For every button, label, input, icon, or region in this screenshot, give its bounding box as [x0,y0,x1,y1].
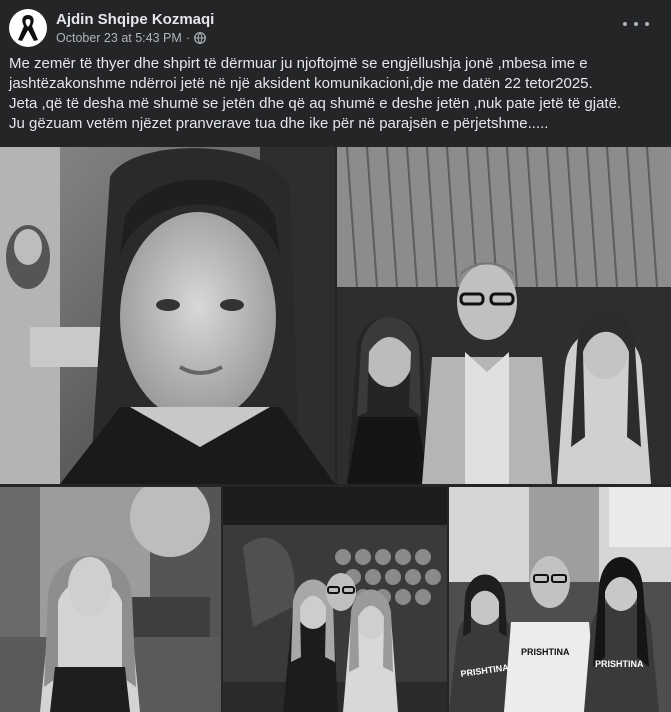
profile-avatar[interactable] [9,9,47,47]
photo-family-prishtina-shirts: PRISHTINA PRISHTINA PRISHTINA [449,487,671,712]
post-photo-4[interactable] [223,487,447,712]
post-text-line: Jeta ,që të desha më shumë se jetën dhe … [9,95,622,112]
meta-separator: · [185,31,190,45]
globe-icon[interactable] [194,32,206,44]
black-ribbon-icon [18,15,38,41]
dot [634,22,638,26]
post-text-line: Me zemër të thyer dhe shpirt të dërmuar … [9,55,588,72]
photo-family-restaurant [223,487,447,712]
dot [623,22,627,26]
post-header: Ajdin Shqipe Kozmaqi October 23 at 5:43 … [0,0,671,50]
photo-family-thatched-roof [337,147,671,484]
post-text-line: jashtëzakonshme ndërroi jetë në një aksi… [9,75,593,92]
post-photo-2[interactable] [337,147,671,484]
photo-portrait [0,147,335,484]
post-author-name[interactable]: Ajdin Shqipe Kozmaqi [56,11,214,28]
more-options-icon[interactable] [623,14,649,34]
post-timestamp[interactable]: October 23 at 5:43 PM [56,31,182,45]
photo-girl-garden [0,487,221,712]
dot [645,22,649,26]
post-text-line: Ju gëzuam vetëm njëzet pranverave tua dh… [9,115,549,132]
shirt-text: PRISHTINA [595,659,644,669]
post-photo-5[interactable]: PRISHTINA PRISHTINA PRISHTINA [449,487,671,712]
shirt-text: PRISHTINA [521,647,570,657]
post-meta: October 23 at 5:43 PM · [56,31,206,45]
post-text: Me zemër të thyer dhe shpirt të dërmuar … [9,54,659,134]
post-photo-1[interactable] [0,147,335,484]
post-photo-3[interactable] [0,487,221,712]
